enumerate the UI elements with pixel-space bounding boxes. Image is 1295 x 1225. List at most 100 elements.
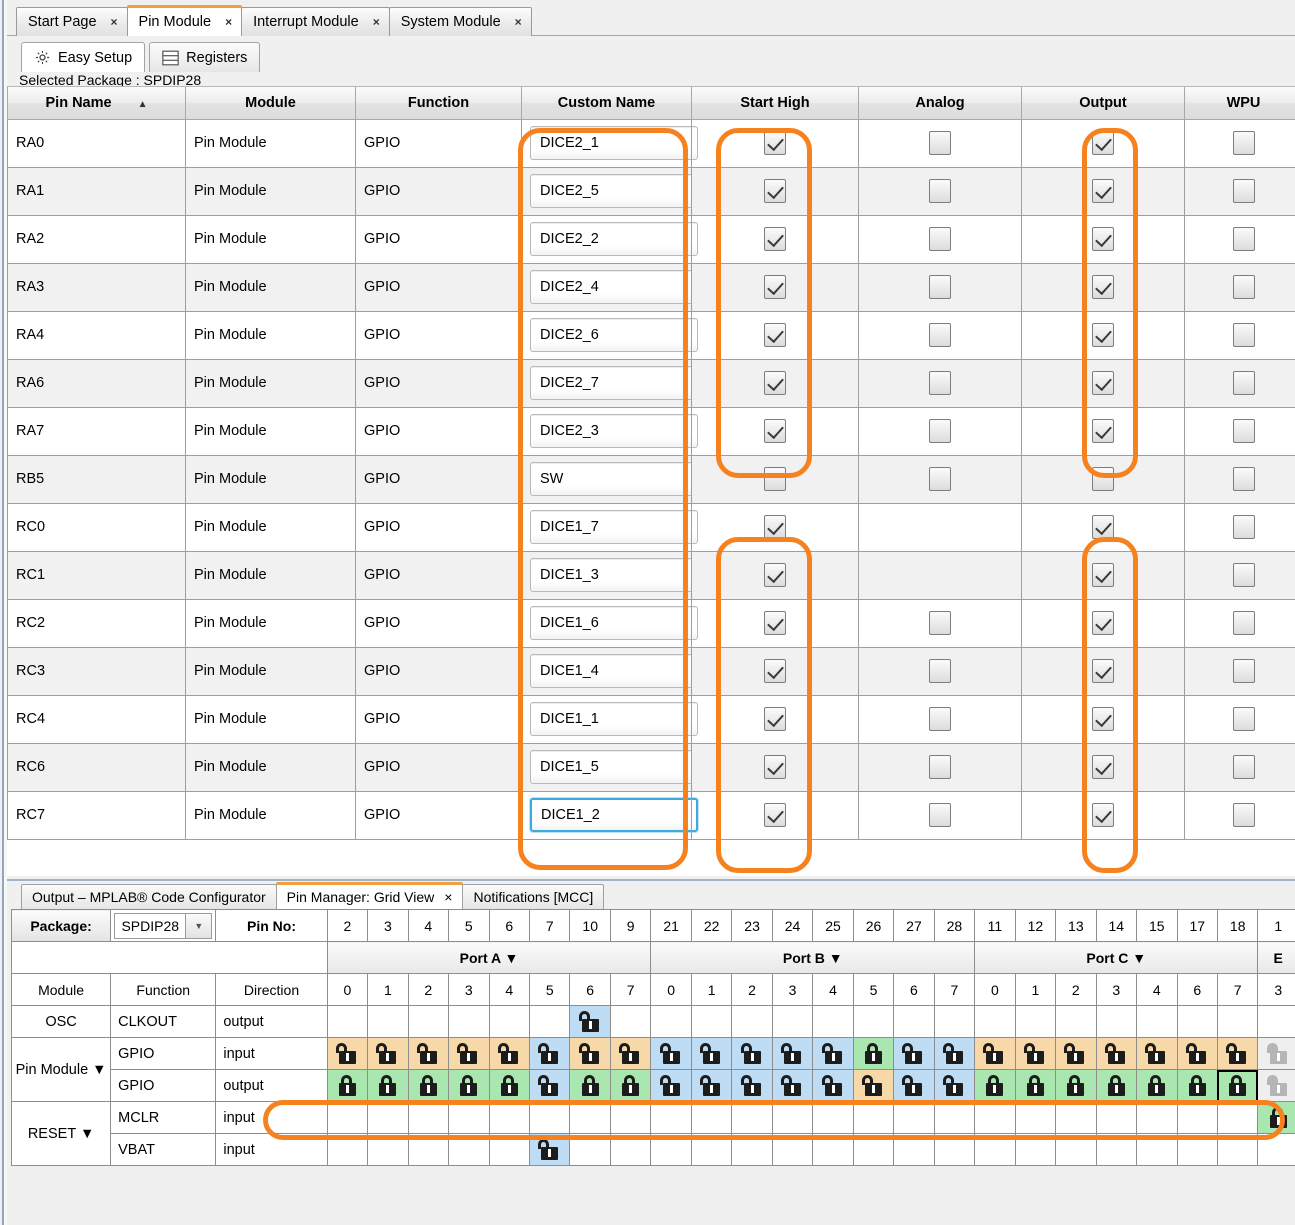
analog-checkbox[interactable] [929,419,951,443]
port-group-header[interactable]: E [1257,941,1295,974]
pin-table-row[interactable]: RC3 Pin Module GPIO DICE1_4 [7,647,1295,696]
start-high-cell[interactable] [691,455,859,504]
pin-table-container[interactable]: Pin Name ▲ Module Function Custom Name Start … [7,86,1295,876]
start-high-checkbox[interactable] [764,515,786,539]
port-group-header[interactable]: Port A ▼ [326,941,652,974]
output-checkbox[interactable] [1092,371,1114,395]
grid-pin-cell[interactable] [1257,1037,1295,1070]
wpu-checkbox[interactable] [1232,371,1255,395]
custom-name-cell[interactable]: DICE2_3 [521,407,698,456]
wpu-cell[interactable] [1184,311,1295,360]
wpu-checkbox[interactable] [1232,803,1255,827]
grid-pin-cell[interactable] [326,1037,369,1070]
custom-name-cell[interactable]: DICE2_4 [521,263,698,312]
unlock-icon[interactable] [538,1139,559,1160]
analog-checkbox[interactable] [929,659,951,683]
inner-tab-easy-setup[interactable]: Easy Setup [21,42,146,72]
pin-table-header-output[interactable]: Output [1021,87,1185,120]
output-cell[interactable] [1021,455,1185,504]
grid-pin-cell[interactable] [488,1037,531,1070]
unlock-icon[interactable] [700,1075,721,1096]
wpu-cell[interactable] [1184,743,1295,792]
pin-table-row[interactable]: RC0 Pin Module GPIO DICE1_7 [7,503,1295,552]
grid-pin-cell[interactable] [852,1069,895,1102]
wpu-checkbox[interactable] [1232,419,1255,443]
wpu-cell[interactable] [1184,119,1295,168]
wpu-cell[interactable] [1184,791,1295,840]
lock-icon[interactable] [1269,1107,1288,1128]
unlock-icon[interactable] [902,1075,923,1096]
close-icon[interactable]: × [444,889,452,905]
grid-pin-cell[interactable] [528,1037,571,1070]
custom-name-input[interactable]: DICE2_6 [530,318,698,352]
grid-pin-cell[interactable] [569,1037,611,1070]
start-high-cell[interactable] [691,695,859,744]
grid-pin-cell[interactable] [974,1037,1016,1070]
grid-pin-cell[interactable] [407,1069,450,1102]
output-checkbox[interactable] [1092,419,1114,443]
analog-checkbox[interactable] [929,707,951,731]
lock-icon[interactable] [621,1075,640,1096]
analog-cell[interactable] [858,167,1022,216]
grid-pin-cell[interactable] [1136,1037,1178,1070]
wpu-cell[interactable] [1184,503,1295,552]
grid-pin-cell[interactable] [1176,1037,1218,1070]
grid-pin-cell[interactable] [690,1037,733,1070]
grid-pin-cell[interactable] [812,1037,854,1070]
grid-pin-cell[interactable] [609,1037,652,1070]
pin-table-row[interactable]: RC7 Pin Module GPIO DICE1_2 [7,791,1295,840]
grid-pin-cell[interactable] [893,1037,935,1070]
output-cell[interactable] [1021,695,1185,744]
start-high-checkbox[interactable] [764,131,786,155]
document-tab-start-page[interactable]: Start Page × [16,7,128,36]
lock-icon[interactable] [459,1075,478,1096]
grid-pin-cell[interactable] [448,1069,490,1102]
unlock-icon[interactable] [659,1075,681,1096]
wpu-checkbox[interactable] [1232,563,1255,587]
close-icon[interactable]: × [111,15,118,29]
custom-name-input[interactable]: DICE2_3 [530,414,698,448]
output-cell[interactable] [1021,167,1185,216]
unlock-icon[interactable] [821,1075,843,1096]
pin-table-row[interactable]: RA2 Pin Module GPIO DICE2_2 [7,215,1295,264]
unlock-icon[interactable] [1226,1043,1247,1064]
output-checkbox[interactable] [1092,227,1114,251]
custom-name-input[interactable]: DICE1_5 [530,750,698,784]
custom-name-cell[interactable]: DICE2_1 [521,119,698,168]
output-cell[interactable] [1021,599,1185,648]
unlock-icon[interactable] [1064,1043,1085,1064]
wpu-cell[interactable] [1184,695,1295,744]
pin-table-row[interactable]: RA4 Pin Module GPIO DICE2_6 [7,311,1295,360]
unlock-icon[interactable] [983,1043,1004,1064]
start-high-cell[interactable] [691,167,859,216]
start-high-checkbox[interactable] [764,563,786,587]
lock-icon[interactable] [338,1075,357,1096]
pin-table-header-module[interactable]: Module [185,87,356,120]
start-high-checkbox[interactable] [764,659,786,683]
start-high-checkbox[interactable] [764,179,786,203]
package-select-cell[interactable]: SPDIP28 ▼ [110,909,217,942]
unlock-icon[interactable] [659,1043,681,1064]
unlock-icon[interactable] [376,1043,397,1064]
lock-icon[interactable] [1066,1075,1085,1096]
analog-cell[interactable] [858,647,1022,696]
unlock-icon[interactable] [335,1043,357,1064]
wpu-cell[interactable] [1184,455,1295,504]
output-checkbox[interactable] [1092,179,1114,203]
output-checkbox[interactable] [1092,467,1114,491]
custom-name-cell[interactable]: DICE1_3 [521,551,698,600]
unlock-icon[interactable] [619,1043,640,1064]
pin-table-row[interactable]: RA0 Pin Module GPIO DICE2_1 [7,119,1295,168]
analog-cell[interactable] [858,119,1022,168]
start-high-cell[interactable] [691,503,859,552]
grid-pin-cell[interactable] [1176,1069,1218,1102]
output-cell[interactable] [1021,119,1185,168]
start-high-checkbox[interactable] [764,371,786,395]
analog-cell[interactable] [858,791,1022,840]
document-tab-system-module[interactable]: System Module × [388,7,532,36]
wpu-cell[interactable] [1184,215,1295,264]
unlock-icon[interactable] [861,1075,883,1096]
wpu-checkbox[interactable] [1232,659,1255,683]
custom-name-cell[interactable]: DICE1_4 [521,647,698,696]
lock-icon[interactable] [581,1075,600,1096]
